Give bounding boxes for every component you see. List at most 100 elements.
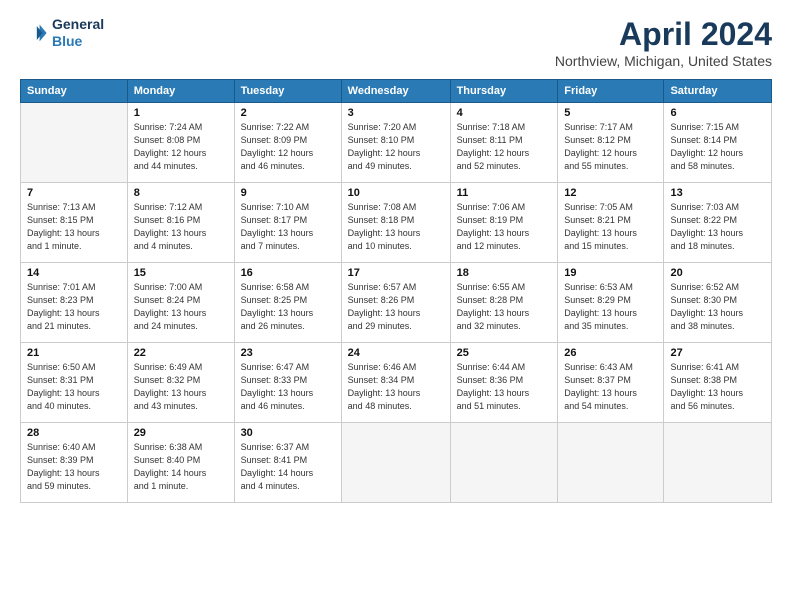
calendar-cell: 13 Sunrise: 7:03 AMSunset: 8:22 PMDayligh… (664, 183, 772, 263)
day-number: 20 (670, 267, 765, 279)
day-info: Sunrise: 7:10 AMSunset: 8:17 PMDaylight:… (241, 201, 335, 253)
day-info: Sunrise: 7:06 AMSunset: 8:19 PMDaylight:… (457, 201, 552, 253)
calendar-cell: 1 Sunrise: 7:24 AMSunset: 8:08 PMDaylight… (127, 103, 234, 183)
day-number: 21 (27, 347, 121, 359)
day-info: Sunrise: 6:47 AMSunset: 8:33 PMDaylight:… (241, 361, 335, 413)
calendar-cell: 2Sunrise: 7:22 AMSunset: 8:09 PMDaylight… (234, 103, 341, 183)
day-info: Sunrise: 6:49 AMSunset: 8:32 PMDaylight:… (134, 361, 228, 413)
day-info: Sunrise: 7:05 AMSunset: 8:21 PMDaylight:… (564, 201, 657, 253)
day-info: Sunrise: 7:12 AMSunset: 8:16 PMDaylight:… (134, 201, 228, 253)
day-number: 11 (457, 187, 552, 199)
calendar-cell: 21 Sunrise: 6:50 AMSunset: 8:31 PMDayligh… (21, 343, 128, 423)
calendar-cell: 9 Sunrise: 7:10 AMSunset: 8:17 PMDaylight… (234, 183, 341, 263)
day-number: 14 (27, 267, 121, 279)
calendar-header-monday: Monday (127, 80, 234, 103)
day-info: Sunrise: 7:17 AMSunset: 8:12 PMDaylight:… (564, 121, 657, 173)
calendar-header-tuesday: Tuesday (234, 80, 341, 103)
calendar-cell: 27Sunrise: 6:41 AMSunset: 8:38 PMDayligh… (664, 343, 772, 423)
day-info: Sunrise: 6:38 AMSunset: 8:40 PMDaylight:… (134, 441, 228, 493)
calendar-cell: 18 Sunrise: 6:55 AMSunset: 8:28 PMDayligh… (450, 263, 558, 343)
calendar-cell: 10 Sunrise: 7:08 AMSunset: 8:18 PMDayligh… (341, 183, 450, 263)
day-number: 28 (27, 427, 121, 439)
calendar-cell: 6 Sunrise: 7:15 AMSunset: 8:14 PMDaylight… (664, 103, 772, 183)
day-number: 15 (134, 267, 228, 279)
day-number: 16 (241, 267, 335, 279)
day-info: Sunrise: 6:40 AMSunset: 8:39 PMDaylight:… (27, 441, 121, 493)
day-number: 23 (241, 347, 335, 359)
day-info: Sunrise: 6:50 AMSunset: 8:31 PMDaylight:… (27, 361, 121, 413)
calendar-cell: 28 Sunrise: 6:40 AMSunset: 8:39 PMDayligh… (21, 423, 128, 503)
day-number: 22 (134, 347, 228, 359)
calendar-cell: 16 Sunrise: 6:58 AMSunset: 8:25 PMDayligh… (234, 263, 341, 343)
day-info: Sunrise: 7:08 AMSunset: 8:18 PMDaylight:… (348, 201, 444, 253)
day-info: Sunrise: 6:43 AMSunset: 8:37 PMDaylight:… (564, 361, 657, 413)
calendar-cell: 11 Sunrise: 7:06 AMSunset: 8:19 PMDayligh… (450, 183, 558, 263)
calendar-cell: 14Sunrise: 7:01 AMSunset: 8:23 PMDayligh… (21, 263, 128, 343)
calendar-cell (341, 423, 450, 503)
calendar-cell: 19Sunrise: 6:53 AMSunset: 8:29 PMDayligh… (558, 263, 664, 343)
day-info: Sunrise: 6:44 AMSunset: 8:36 PMDaylight:… (457, 361, 552, 413)
day-info: Sunrise: 7:18 AMSunset: 8:11 PMDaylight:… (457, 121, 552, 173)
day-info: Sunrise: 6:52 AMSunset: 8:30 PMDaylight:… (670, 281, 765, 333)
calendar-week-row: 14Sunrise: 7:01 AMSunset: 8:23 PMDayligh… (21, 263, 772, 343)
calendar-cell: 4 Sunrise: 7:18 AMSunset: 8:11 PMDaylight… (450, 103, 558, 183)
day-number: 9 (241, 187, 335, 199)
calendar-header-row: SundayMondayTuesdayWednesdayThursdayFrid… (21, 80, 772, 103)
day-number: 7 (27, 187, 121, 199)
calendar-cell: 15 Sunrise: 7:00 AMSunset: 8:24 PMDayligh… (127, 263, 234, 343)
calendar-cell: 7Sunrise: 7:13 AMSunset: 8:15 PMDaylight… (21, 183, 128, 263)
day-number: 10 (348, 187, 444, 199)
calendar-cell: 23 Sunrise: 6:47 AMSunset: 8:33 PMDayligh… (234, 343, 341, 423)
day-number: 8 (134, 187, 228, 199)
day-info: Sunrise: 6:58 AMSunset: 8:25 PMDaylight:… (241, 281, 335, 333)
day-number: 25 (457, 347, 552, 359)
calendar-cell: 25 Sunrise: 6:44 AMSunset: 8:36 PMDayligh… (450, 343, 558, 423)
day-number: 6 (670, 107, 765, 119)
day-number: 4 (457, 107, 552, 119)
main-title: April 2024 (555, 16, 772, 53)
calendar-cell: 29 Sunrise: 6:38 AMSunset: 8:40 PMDayligh… (127, 423, 234, 503)
day-number: 5 (564, 107, 657, 119)
day-info: Sunrise: 7:20 AMSunset: 8:10 PMDaylight:… (348, 121, 444, 173)
day-number: 18 (457, 267, 552, 279)
day-info: Sunrise: 7:15 AMSunset: 8:14 PMDaylight:… (670, 121, 765, 173)
calendar-header-friday: Friday (558, 80, 664, 103)
calendar-cell: 24Sunrise: 6:46 AMSunset: 8:34 PMDayligh… (341, 343, 450, 423)
day-number: 12 (564, 187, 657, 199)
calendar-cell: 22 Sunrise: 6:49 AMSunset: 8:32 PMDayligh… (127, 343, 234, 423)
calendar-cell: 20 Sunrise: 6:52 AMSunset: 8:30 PMDayligh… (664, 263, 772, 343)
day-number: 17 (348, 267, 444, 279)
calendar-cell: 26Sunrise: 6:43 AMSunset: 8:37 PMDayligh… (558, 343, 664, 423)
day-info: Sunrise: 7:24 AMSunset: 8:08 PMDaylight:… (134, 121, 228, 173)
day-info: Sunrise: 6:46 AMSunset: 8:34 PMDaylight:… (348, 361, 444, 413)
calendar-week-row: 28 Sunrise: 6:40 AMSunset: 8:39 PMDayligh… (21, 423, 772, 503)
day-number: 29 (134, 427, 228, 439)
day-info: Sunrise: 7:00 AMSunset: 8:24 PMDaylight:… (134, 281, 228, 333)
calendar-week-row: 1 Sunrise: 7:24 AMSunset: 8:08 PMDaylight… (21, 103, 772, 183)
day-info: Sunrise: 6:41 AMSunset: 8:38 PMDaylight:… (670, 361, 765, 413)
day-number: 30 (241, 427, 335, 439)
logo-icon (20, 19, 48, 47)
page: General Blue April 2024 Northview, Michi… (0, 0, 792, 612)
day-info: Sunrise: 7:03 AMSunset: 8:22 PMDaylight:… (670, 201, 765, 253)
day-number: 19 (564, 267, 657, 279)
day-info: Sunrise: 7:22 AMSunset: 8:09 PMDaylight:… (241, 121, 335, 173)
day-info: Sunrise: 6:37 AMSunset: 8:41 PMDaylight:… (241, 441, 335, 493)
calendar-cell: 5 Sunrise: 7:17 AMSunset: 8:12 PMDaylight… (558, 103, 664, 183)
calendar-cell: 12 Sunrise: 7:05 AMSunset: 8:21 PMDayligh… (558, 183, 664, 263)
subtitle: Northview, Michigan, United States (555, 53, 772, 69)
calendar-cell: 3Sunrise: 7:20 AMSunset: 8:10 PMDaylight… (341, 103, 450, 183)
logo-line1: General (52, 16, 104, 33)
day-info: Sunrise: 6:57 AMSunset: 8:26 PMDaylight:… (348, 281, 444, 333)
calendar-week-row: 21 Sunrise: 6:50 AMSunset: 8:31 PMDayligh… (21, 343, 772, 423)
day-number: 13 (670, 187, 765, 199)
calendar-cell: 17 Sunrise: 6:57 AMSunset: 8:26 PMDayligh… (341, 263, 450, 343)
calendar-header-sunday: Sunday (21, 80, 128, 103)
calendar-cell (450, 423, 558, 503)
calendar: SundayMondayTuesdayWednesdayThursdayFrid… (20, 79, 772, 503)
calendar-cell (558, 423, 664, 503)
calendar-header-wednesday: Wednesday (341, 80, 450, 103)
day-number: 1 (134, 107, 228, 119)
day-info: Sunrise: 6:55 AMSunset: 8:28 PMDaylight:… (457, 281, 552, 333)
logo-text: General Blue (52, 16, 104, 50)
